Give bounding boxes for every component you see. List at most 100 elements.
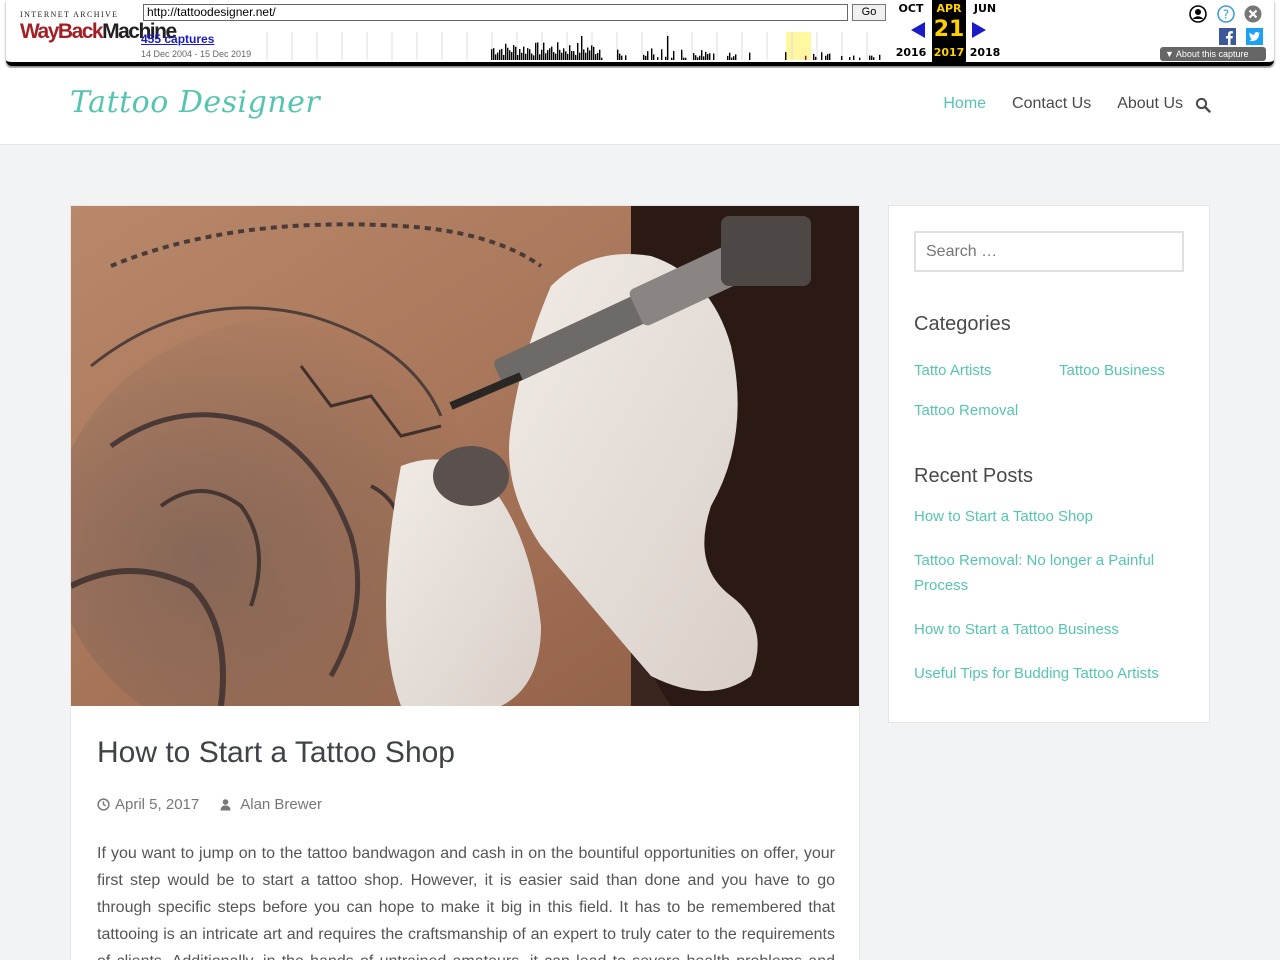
sparkline-bar <box>575 54 577 60</box>
user-icon <box>220 799 231 811</box>
category-link[interactable]: Tattoo Removal <box>914 398 1018 423</box>
sparkline-bar <box>729 52 731 60</box>
sidebar: Categories Tatto Artists Tattoo Business… <box>888 205 1210 723</box>
svg-text:?: ? <box>1223 8 1229 22</box>
about-capture-button[interactable]: ▼ About this capture <box>1160 47 1266 61</box>
sparkline-bar <box>645 55 647 60</box>
sparkline-bar <box>673 50 675 60</box>
categories-title: Categories <box>914 313 1011 335</box>
recent-post-link[interactable]: Useful Tips for Budding Tattoo Artists <box>914 661 1184 686</box>
user-account-icon[interactable] <box>1189 5 1207 23</box>
twitter-icon[interactable] <box>1246 28 1263 45</box>
sparkline-bar <box>859 57 861 60</box>
wayback-logo-main-a: WayBack <box>20 20 104 43</box>
search-input[interactable] <box>914 231 1184 272</box>
sparkline-bar <box>621 55 623 60</box>
sparkline-bar <box>529 49 531 60</box>
featured-image[interactable] <box>71 206 860 706</box>
sparkline-bar <box>733 56 735 60</box>
sparkline-bar <box>559 49 561 60</box>
sparkline-bar <box>879 54 881 60</box>
sparkline-bar <box>667 36 669 60</box>
sparkline-bar <box>531 53 533 60</box>
sparkline-bar <box>647 51 649 60</box>
sparkline-bar <box>665 56 667 60</box>
wayback-sparkline[interactable] <box>261 32 887 60</box>
cal-next[interactable]: JUN 2018 <box>968 0 1002 62</box>
sparkline-bar <box>693 53 695 60</box>
post-article: How to Start a Tattoo Shop April 5, 2017… <box>70 205 860 960</box>
sparkline-bar <box>625 55 627 60</box>
sparkline-bar <box>549 48 551 60</box>
sparkline-bar <box>589 50 591 60</box>
sparkline-bar <box>553 52 555 60</box>
sparkline-bar <box>591 45 593 60</box>
sparkline-bar <box>537 42 539 60</box>
sparkline-bar <box>685 57 687 60</box>
sparkline-bar <box>519 49 521 60</box>
post-author-link[interactable]: Alan Brewer <box>240 796 322 813</box>
sparkline-bar <box>619 53 621 60</box>
sparkline-bar <box>653 54 655 60</box>
sparkline-bar <box>525 53 527 60</box>
recent-posts-title: Recent Posts <box>914 465 1033 487</box>
sparkline-bar <box>539 54 541 60</box>
recent-post-link[interactable]: How to Start a Tattoo Shop <box>914 504 1184 529</box>
sparkline-bar <box>813 53 815 60</box>
wayback-calendar: OCT 2016 APR 21 2017 JUN 2018 <box>886 0 1001 62</box>
post-date-link[interactable]: April 5, 2017 <box>115 796 199 813</box>
recent-post-link[interactable]: Tattoo Removal: No longer a Painful Proc… <box>914 548 1184 598</box>
nav-about-us[interactable]: About Us <box>1117 95 1183 113</box>
clock-icon <box>97 798 110 811</box>
sparkline-bar <box>527 48 529 60</box>
sparkline-bar <box>491 49 493 60</box>
recent-post-link[interactable]: How to Start a Tattoo Business <box>914 617 1184 642</box>
sparkline-bar <box>597 52 599 60</box>
help-icon[interactable]: ? <box>1217 5 1235 23</box>
sparkline-bar <box>827 54 829 60</box>
close-icon[interactable] <box>1244 5 1262 23</box>
sparkline-bar <box>581 36 583 60</box>
sparkline-bar <box>505 43 507 60</box>
sparkline-bar <box>567 53 569 60</box>
category-link[interactable]: Tattoo Business <box>1059 358 1165 383</box>
sparkline-bar <box>703 56 705 60</box>
sparkline-bar <box>571 51 573 60</box>
sparkline-bar <box>583 49 585 60</box>
category-link[interactable]: Tatto Artists <box>914 358 992 383</box>
sparkline-bar <box>561 52 563 60</box>
wayback-toolbar-frame: INTERNET ARCHIVE WayBackMachine http://t… <box>6 0 1274 66</box>
sparkline-bar <box>521 52 523 60</box>
sparkline-bar <box>515 46 517 60</box>
sparkline-bar <box>587 47 589 60</box>
sparkline-bar <box>727 55 729 60</box>
sparkline-bar <box>661 49 663 60</box>
wayback-go-button[interactable]: Go <box>852 4 886 21</box>
sparkline-bar <box>517 54 519 60</box>
sparkline-bar <box>681 49 683 60</box>
sparkline-bar <box>825 55 827 60</box>
post-title-link[interactable]: How to Start a Tattoo Shop <box>97 736 455 770</box>
sparkline-bar <box>547 50 549 60</box>
post-author: Alan Brewer <box>219 796 322 813</box>
sparkline-bar <box>601 57 603 60</box>
prev-capture-arrow-icon[interactable] <box>911 22 925 38</box>
sparkline-bar <box>871 55 873 60</box>
nav-home[interactable]: Home <box>943 95 986 113</box>
search-icon[interactable] <box>1195 97 1211 113</box>
wayback-url-input[interactable]: http://tattoodesigner.net/ <box>143 4 848 21</box>
facebook-icon[interactable] <box>1219 28 1236 45</box>
site-title-link[interactable]: Tattoo Designer <box>70 85 320 120</box>
wayback-captures-link[interactable]: 455 captures <box>141 32 214 46</box>
sparkline-bar <box>541 49 543 60</box>
main-nav: Home Contact Us About Us <box>917 95 1183 113</box>
sparkline-bar <box>853 55 855 60</box>
cal-next-year: 2018 <box>969 46 1001 59</box>
sparkline-bar <box>829 53 831 60</box>
sparkline-bar <box>497 52 499 60</box>
sparkline-bar <box>495 54 497 60</box>
nav-contact-us[interactable]: Contact Us <box>1012 95 1091 113</box>
wayback-logo[interactable]: INTERNET ARCHIVE WayBackMachine <box>20 8 177 48</box>
sparkline-bar <box>555 53 557 60</box>
sparkline-bar <box>535 42 537 60</box>
